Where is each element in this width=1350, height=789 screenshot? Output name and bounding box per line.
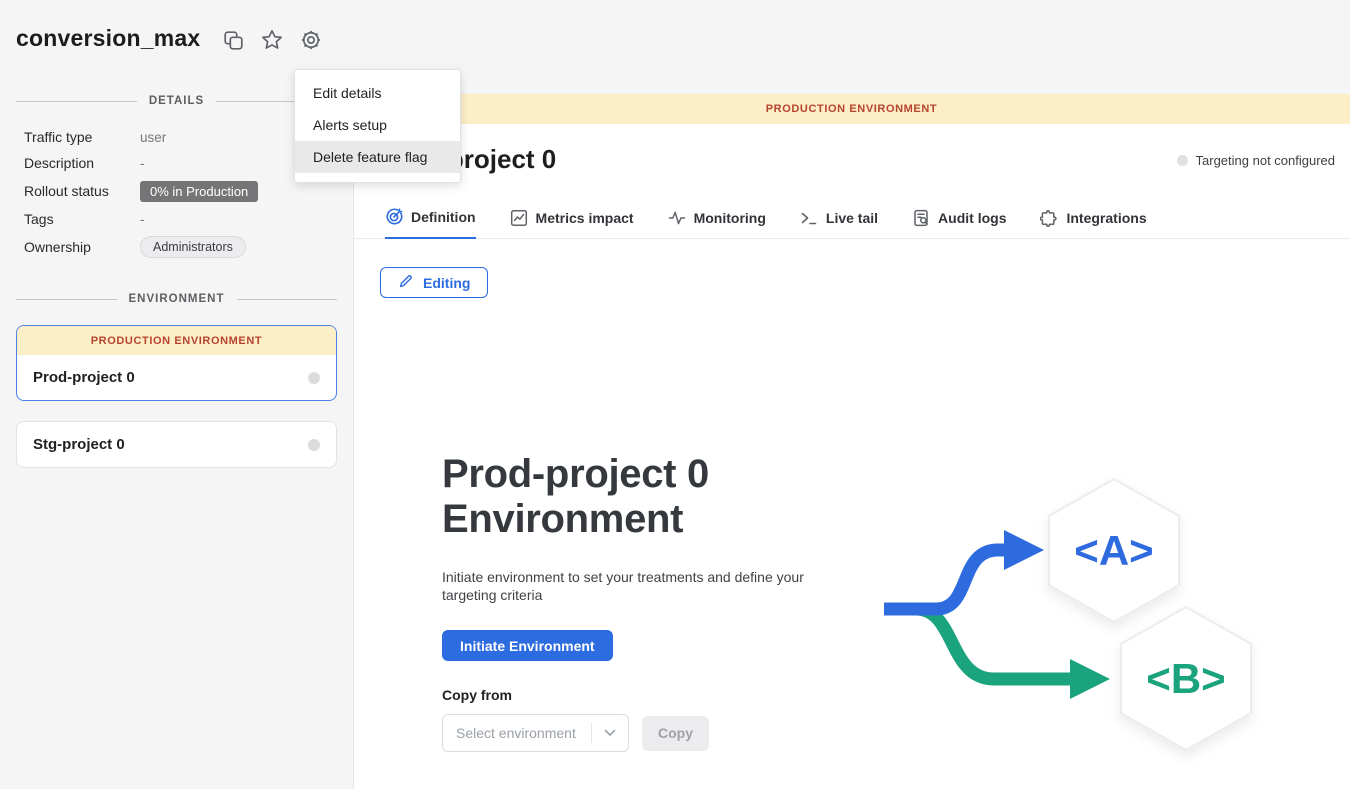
puzzle-icon (1040, 209, 1058, 227)
production-environment-band: PRODUCTION ENVIRONMENT (17, 326, 336, 355)
pencil-icon (398, 273, 414, 292)
environment-section-heading: ENVIRONMENT (16, 292, 337, 306)
tab-bar: Definition Metrics impact Monitoring (354, 208, 1350, 239)
tab-live-tail[interactable]: Live tail (800, 208, 878, 238)
tab-metrics-impact[interactable]: Metrics impact (510, 208, 634, 238)
environment-select[interactable]: Select environment (442, 714, 629, 752)
sidebar: DETAILS Traffic type user Description - … (0, 94, 353, 789)
menu-item-delete-feature-flag[interactable]: Delete feature flag (295, 141, 460, 173)
gear-icon[interactable] (300, 29, 322, 51)
feature-flag-title: conversion_max (16, 25, 200, 52)
star-icon[interactable] (261, 29, 283, 51)
chevron-down-icon (592, 729, 628, 737)
hero-title: Prod-project 0 Environment (442, 452, 862, 542)
environment-status-dot (308, 372, 320, 384)
environment-status-dot (308, 439, 320, 451)
environment-hero: Prod-project 0 Environment Initiate envi… (442, 452, 862, 752)
tab-integrations[interactable]: Integrations (1040, 208, 1146, 238)
menu-item-edit-details[interactable]: Edit details (295, 77, 460, 109)
detail-row-rollout-status: Rollout status 0% in Production (24, 176, 329, 206)
details-rows: Traffic type user Description - Rollout … (24, 124, 329, 262)
copy-from-label: Copy from (442, 687, 862, 703)
rollout-status-badge: 0% in Production (140, 181, 258, 202)
variant-a-label: <A> (1074, 527, 1153, 574)
targeting-status: Targeting not configured (1177, 153, 1335, 168)
targeting-status-dot (1177, 155, 1188, 166)
details-section-heading: DETAILS (16, 94, 337, 108)
environment-card-prod[interactable]: PRODUCTION ENVIRONMENT Prod-project 0 (16, 325, 337, 401)
select-placeholder: Select environment (443, 725, 591, 741)
environment-name: Prod-project 0 (33, 369, 135, 386)
terminal-icon (800, 209, 818, 227)
ownership-pill: Administrators (140, 236, 246, 258)
initiate-environment-button[interactable]: Initiate Environment (442, 630, 613, 661)
duplicate-icon[interactable] (222, 29, 244, 51)
detail-row-tags: Tags - (24, 206, 329, 232)
document-search-icon (912, 209, 930, 227)
tab-audit-logs[interactable]: Audit logs (912, 208, 1006, 238)
menu-item-alerts-setup[interactable]: Alerts setup (295, 109, 460, 141)
target-icon (385, 208, 403, 226)
detail-row-traffic-type: Traffic type user (24, 124, 329, 150)
ab-split-illustration: <A> <B> (856, 457, 1276, 789)
header-actions (222, 29, 322, 51)
copy-button[interactable]: Copy (642, 716, 709, 751)
editing-button[interactable]: Editing (380, 267, 488, 298)
environment-card-stg[interactable]: Stg-project 0 (16, 421, 337, 468)
production-environment-banner: PRODUCTION ENVIRONMENT (353, 94, 1350, 124)
variant-b-label: <B> (1146, 655, 1225, 702)
tab-monitoring[interactable]: Monitoring (668, 208, 766, 238)
hero-description: Initiate environment to set your treatme… (442, 568, 810, 604)
detail-row-description: Description - (24, 150, 329, 176)
main-content: Prod-project 0 Targeting not configured … (353, 124, 1350, 789)
chart-icon (510, 209, 528, 227)
green-arrowhead (1070, 659, 1110, 699)
main-panel: PRODUCTION ENVIRONMENT Prod-project 0 Ta… (353, 94, 1350, 789)
environment-name: Stg-project 0 (33, 436, 125, 453)
blue-arrowhead (1004, 530, 1044, 570)
detail-row-ownership: Ownership Administrators (24, 232, 329, 262)
pulse-icon (668, 209, 686, 227)
tab-definition[interactable]: Definition (385, 208, 476, 239)
settings-dropdown-menu: Edit details Alerts setup Delete feature… (294, 69, 461, 183)
